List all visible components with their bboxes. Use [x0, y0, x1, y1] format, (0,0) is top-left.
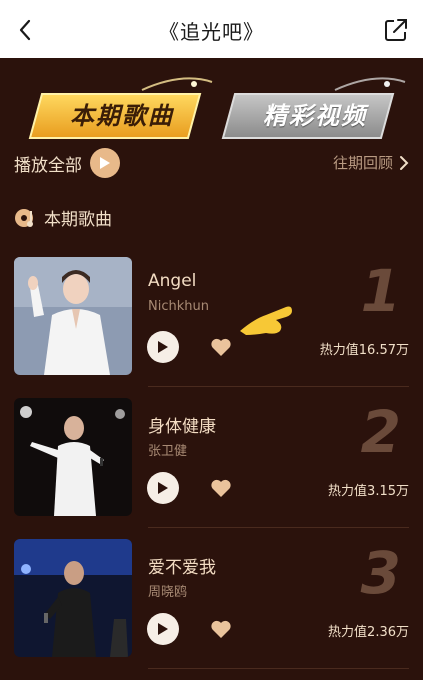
pointing-hand-icon — [240, 306, 292, 335]
share-icon[interactable] — [383, 17, 409, 43]
tab-bar: 本期歌曲 精彩视频 — [0, 58, 423, 158]
rank-number: 2 — [360, 398, 401, 466]
play-icon — [158, 341, 168, 353]
song-title: Angel — [148, 271, 197, 291]
past-episodes-label: 往期回顾 — [332, 154, 393, 172]
heart-icon[interactable] — [210, 478, 232, 498]
section-header: 本期歌曲 — [14, 205, 112, 230]
song-cover — [14, 398, 132, 516]
heart-icon[interactable] — [210, 619, 232, 639]
song-artist: 张卫健 — [148, 444, 188, 459]
song-item[interactable]: 身体健康 张卫健 2 热力值3.15万 — [0, 398, 423, 528]
tab-highlight-videos[interactable]: 精彩视频 — [215, 72, 415, 154]
song-cover — [14, 257, 132, 375]
rank-number: 3 — [360, 539, 401, 607]
divider — [148, 527, 409, 528]
song-item[interactable]: Angel Nichkhun 1 热力值16.57万 — [0, 257, 423, 387]
divider — [148, 668, 409, 669]
play-button[interactable] — [147, 613, 179, 645]
top-bar: 《追光吧》 — [0, 0, 423, 58]
play-all-button[interactable]: 播放全部 — [14, 148, 120, 178]
play-button[interactable] — [147, 331, 179, 363]
tab-label: 本期歌曲 — [70, 102, 174, 130]
heat-value: 热力值16.57万 — [319, 343, 409, 358]
chevron-right-icon — [400, 155, 409, 170]
tab-label: 精彩视频 — [263, 102, 367, 130]
song-title: 身体健康 — [148, 417, 216, 437]
divider — [148, 386, 409, 387]
past-episodes-link[interactable]: 往期回顾 — [333, 152, 409, 173]
song-cover — [14, 539, 132, 657]
song-title: 爱不爱我 — [148, 558, 216, 578]
play-all-label: 播放全部 — [14, 155, 82, 176]
play-all-icon — [90, 148, 120, 178]
song-artist: 周晓鸥 — [148, 585, 188, 600]
song-item[interactable]: 爱不爱我 周晓鸥 3 热力值2.36万 — [0, 539, 423, 669]
heat-value: 热力值3.15万 — [328, 484, 409, 499]
play-button[interactable] — [147, 472, 179, 504]
music-disc-icon — [15, 208, 33, 227]
tab-current-songs[interactable]: 本期歌曲 — [22, 72, 222, 154]
song-artist: Nichkhun — [148, 299, 209, 314]
play-icon — [158, 482, 168, 494]
rank-number: 1 — [360, 257, 401, 325]
play-icon — [158, 623, 168, 635]
heat-value: 热力值2.36万 — [328, 625, 409, 640]
heart-icon[interactable] — [210, 337, 232, 357]
page-title: 《追光吧》 — [159, 20, 264, 44]
section-title: 本期歌曲 — [44, 210, 112, 230]
